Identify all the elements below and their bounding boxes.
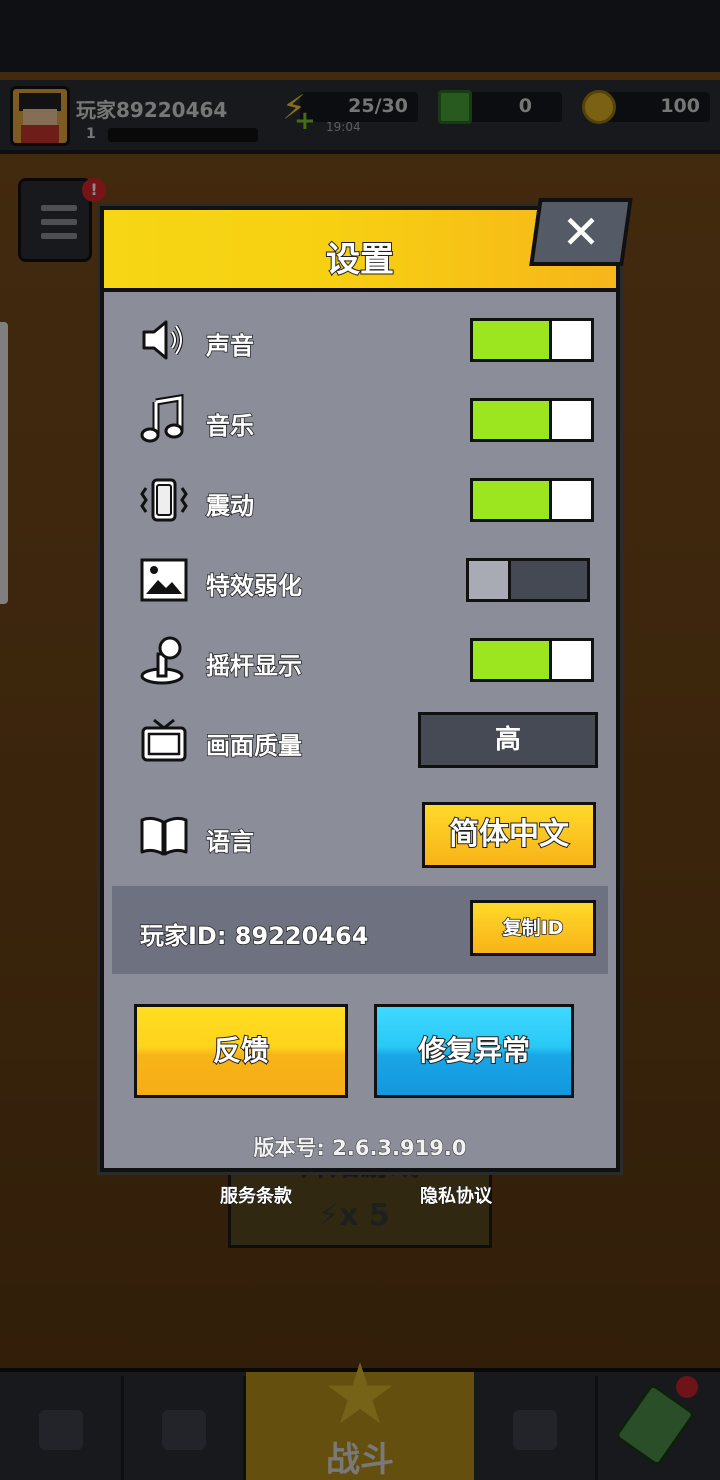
speaker-icon (142, 320, 183, 360)
music-note-icon (140, 394, 184, 443)
version-text: 版本号: 2.6.3.919.0 (253, 1136, 467, 1161)
image-icon (140, 558, 188, 602)
music-label: 音乐 (205, 411, 255, 441)
music-toggle[interactable] (470, 398, 594, 442)
language-select[interactable]: 简体中文 (422, 802, 596, 868)
close-button[interactable]: ✕ (529, 198, 633, 266)
repair-button[interactable]: 修复异常 (374, 1004, 574, 1098)
joystick-toggle[interactable] (470, 638, 594, 682)
joystick-label: 摇杆显示 (205, 651, 303, 681)
quality-select[interactable]: 高 (418, 712, 598, 768)
book-icon (140, 816, 188, 856)
tv-icon (141, 718, 187, 762)
player-id: 玩家ID: 89220464 (139, 921, 369, 951)
player-id-panel: 玩家ID: 89220464 复制ID (112, 886, 608, 974)
vibration-toggle[interactable] (470, 478, 594, 522)
privacy-link[interactable]: 隐私协议 (420, 1182, 493, 1208)
close-icon: ✕ (561, 205, 601, 259)
vibration-icon (140, 478, 188, 522)
language-label: 语言 (205, 827, 255, 857)
copy-id-button[interactable]: 复制ID (470, 900, 596, 956)
sound-toggle[interactable] (470, 318, 594, 362)
sound-label: 声音 (205, 331, 255, 361)
vibration-label: 震动 (205, 491, 255, 521)
quality-label: 画面质量 (205, 731, 303, 761)
feedback-button[interactable]: 反馈 (134, 1004, 348, 1098)
settings-dialog: 设置 声音 音乐 震动 特效弱化 摇杆显示 画面质量 高 语言 简体中文 玩家I… (100, 206, 620, 1172)
joystick-icon (140, 636, 184, 685)
effects-label: 特效弱化 (205, 571, 303, 601)
terms-link[interactable]: 服务条款 (220, 1182, 293, 1208)
effects-toggle[interactable] (466, 558, 590, 602)
